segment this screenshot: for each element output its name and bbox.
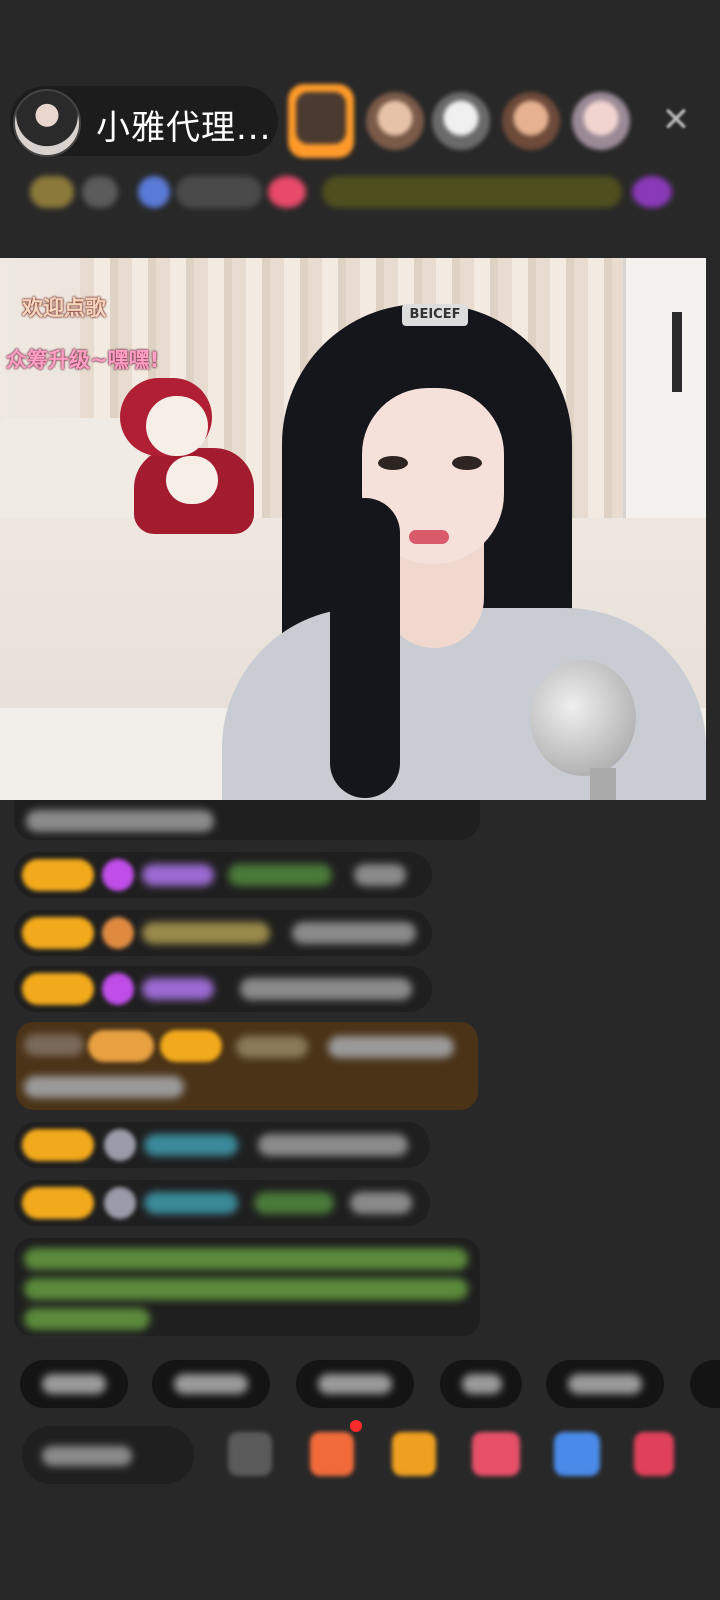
close-icon[interactable]: ✕ xyxy=(656,100,696,140)
system-text xyxy=(24,1308,150,1330)
chat-username[interactable] xyxy=(24,1034,84,1056)
quick-reply-chip[interactable] xyxy=(152,1360,270,1408)
chat-input[interactable] xyxy=(22,1426,194,1484)
door xyxy=(623,258,706,558)
overlay-crowdfund: 众筹升级~嘿嘿! xyxy=(6,348,160,372)
chat-text xyxy=(240,978,412,1000)
hairclip: BEICEF xyxy=(402,304,468,326)
gift-icon[interactable] xyxy=(632,176,672,208)
chat-message[interactable] xyxy=(14,852,432,898)
microphone-stand xyxy=(590,768,616,800)
level-badge xyxy=(22,1187,94,1219)
chat-text xyxy=(328,1036,454,1058)
chat-text xyxy=(24,1076,184,1098)
system-text xyxy=(24,1248,468,1270)
gift-box-icon[interactable] xyxy=(392,1432,436,1476)
viewer-avatar[interactable] xyxy=(572,92,630,150)
gem-icon xyxy=(102,973,134,1005)
rank-icon[interactable] xyxy=(30,176,74,208)
viewer-avatar[interactable] xyxy=(432,92,490,150)
system-message xyxy=(14,1238,480,1336)
streamer-eye xyxy=(452,456,482,470)
quick-reply-chip[interactable] xyxy=(440,1360,522,1408)
level-badge xyxy=(22,917,94,949)
chat-text xyxy=(26,810,214,832)
streamer-eye xyxy=(378,456,408,470)
chip-label xyxy=(174,1374,248,1394)
streamer-lips xyxy=(409,530,449,544)
chat-gift-text xyxy=(254,1192,334,1214)
fan-club-icon[interactable] xyxy=(310,1432,354,1476)
chat-username[interactable] xyxy=(142,864,214,886)
chat-input-placeholder xyxy=(42,1446,132,1466)
chat-message[interactable] xyxy=(14,800,480,840)
live-video[interactable]: BEICEF 欢迎点歌 众筹升级~嘿嘿! xyxy=(0,258,706,800)
chat-username[interactable] xyxy=(142,922,270,944)
quick-reply-chip[interactable] xyxy=(20,1360,128,1408)
chat-text xyxy=(258,1134,408,1156)
chat-message[interactable] xyxy=(14,910,432,956)
user-avatar-icon xyxy=(104,1129,136,1161)
quick-reply-chip[interactable] xyxy=(296,1360,414,1408)
viewer-avatar[interactable] xyxy=(502,92,560,150)
chat-message[interactable] xyxy=(14,1122,430,1168)
rank-text xyxy=(82,176,118,208)
user-avatar-icon xyxy=(104,1187,136,1219)
door-handle xyxy=(672,312,682,392)
teddy-bear-face xyxy=(146,396,208,456)
emoji-icon[interactable] xyxy=(228,1432,272,1476)
activity-ticker[interactable] xyxy=(322,176,622,208)
chat-text xyxy=(350,1192,412,1214)
gift-icon[interactable] xyxy=(634,1432,674,1476)
badge-icon xyxy=(102,917,134,949)
chip-label xyxy=(462,1374,502,1394)
noble-badge xyxy=(88,1030,154,1062)
notification-dot xyxy=(350,1420,362,1432)
viewer-avatar[interactable] xyxy=(366,92,424,150)
game-icon[interactable] xyxy=(554,1432,600,1476)
chat-text xyxy=(292,922,416,944)
level-badge xyxy=(22,1129,94,1161)
highlighted-chat-message[interactable] xyxy=(16,1022,478,1110)
chat-message[interactable] xyxy=(14,966,432,1012)
teddy-bear-belly xyxy=(166,456,218,504)
host-name[interactable]: 小雅代理... xyxy=(96,100,271,149)
fans-text xyxy=(176,176,262,208)
fans-icon[interactable] xyxy=(138,176,170,208)
gem-icon xyxy=(102,859,134,891)
system-text xyxy=(24,1278,468,1300)
quick-reply-chip[interactable] xyxy=(546,1360,664,1408)
chat-username[interactable] xyxy=(236,1036,308,1058)
chat-message[interactable] xyxy=(14,1180,430,1226)
pk-icon[interactable] xyxy=(268,176,306,208)
overlay-song-request: 欢迎点歌 xyxy=(22,296,106,320)
microphone xyxy=(530,660,636,776)
level-badge xyxy=(22,859,94,891)
lucky-bag-icon[interactable] xyxy=(472,1432,520,1476)
host-avatar[interactable] xyxy=(13,89,81,157)
chat-gift-text xyxy=(228,864,332,886)
top-viewer-avatar[interactable] xyxy=(288,84,354,158)
chat-username[interactable] xyxy=(144,1192,238,1214)
chat-text xyxy=(354,864,406,886)
chat-username[interactable] xyxy=(142,978,214,1000)
chip-label xyxy=(568,1374,642,1394)
chip-label xyxy=(42,1374,106,1394)
level-badge xyxy=(160,1030,222,1062)
chat-username[interactable] xyxy=(144,1134,238,1156)
quick-reply-chip[interactable] xyxy=(690,1360,720,1408)
chip-label xyxy=(318,1374,392,1394)
level-badge xyxy=(22,973,94,1005)
streamer-hair-strand xyxy=(330,498,400,798)
